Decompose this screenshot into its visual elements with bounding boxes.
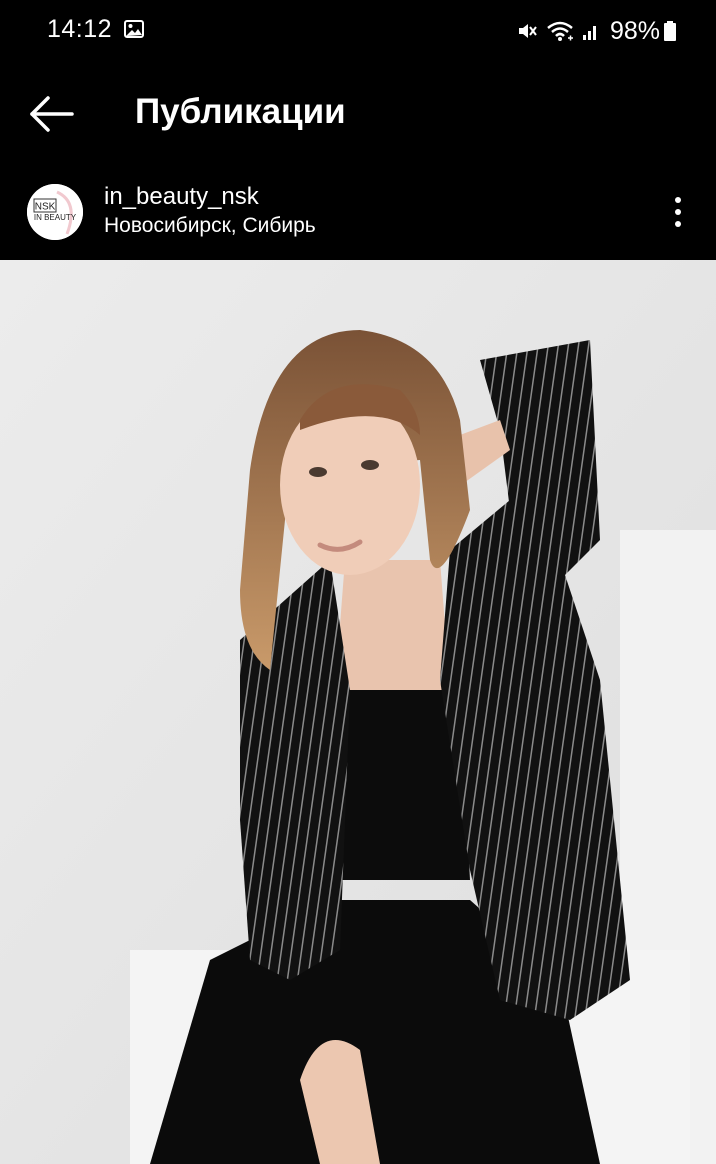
avatar-text-top: NSK [35,202,56,213]
battery-icon [664,21,676,41]
wifi-icon [547,21,573,41]
post-header: NSK IN BEAUTY in_beauty_nsk Новосибирск,… [0,166,716,260]
signal-icon [582,26,596,40]
arrow-left-icon[interactable] [24,88,80,140]
status-time: 14:12 [47,15,113,43]
username[interactable]: in_beauty_nsk [104,183,259,211]
location[interactable]: Новосибирск, Сибирь [104,214,316,238]
post-photo [0,260,716,1164]
page-title: Публикации [135,92,346,131]
avatar-text-bottom: IN BEAUTY [34,213,77,222]
screen: 14:12 98% Публикации NSK IN BEAUTY in_be… [0,0,716,1164]
status-icons: 98% [516,14,676,48]
avatar[interactable]: NSK IN BEAUTY [27,184,83,240]
post-image[interactable] [0,260,716,1164]
header-bar: Публикации [0,62,716,166]
battery-percent: 98% [609,16,660,45]
more-vertical-icon[interactable] [664,192,692,232]
avatar-logo: NSK IN BEAUTY [27,184,83,240]
mute-icon [518,24,537,38]
gallery-icon [124,20,144,38]
status-bar: 14:12 98% [0,0,716,62]
